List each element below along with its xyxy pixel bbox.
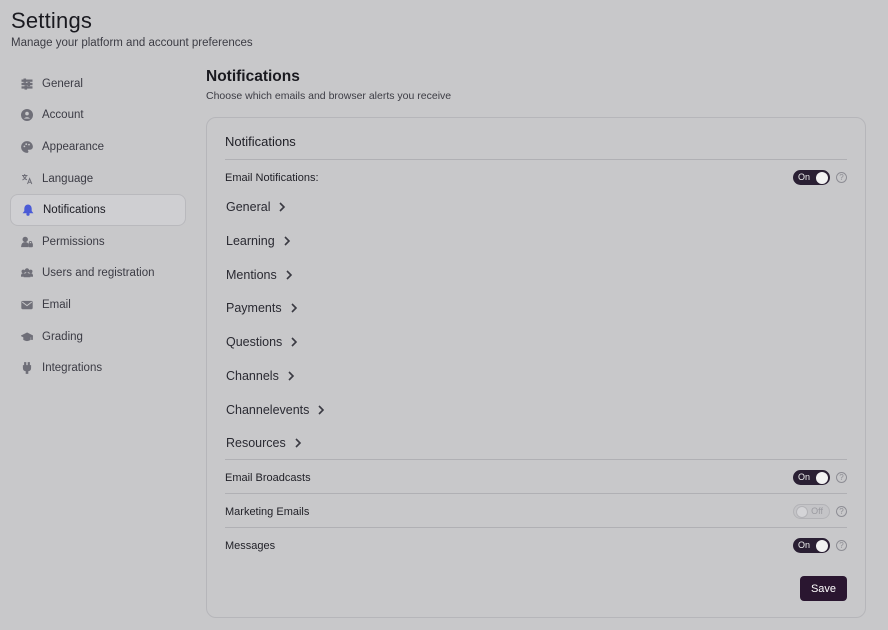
notifications-card: Notifications Email Notifications: On ? …	[206, 117, 866, 618]
category-general[interactable]: General	[226, 200, 286, 214]
translate-icon	[20, 172, 34, 186]
sidebar-item-label: General	[42, 77, 83, 90]
sidebar-item-label: Email	[42, 298, 71, 311]
sidebar-item-general[interactable]: General	[10, 68, 186, 100]
sidebar-item-integrations[interactable]: Integrations	[10, 352, 186, 384]
email-broadcasts-label: Email Broadcasts	[225, 471, 311, 484]
divider	[225, 527, 847, 528]
sidebar-item-users-and-registration[interactable]: Users and registration	[10, 258, 186, 290]
category-mentions[interactable]: Mentions	[226, 268, 293, 282]
messages-label: Messages	[225, 539, 276, 552]
user-circle-icon	[20, 108, 34, 122]
email-notifications-row: Email Notifications: On ?	[225, 169, 847, 186]
sidebar-item-notifications[interactable]: Notifications	[10, 194, 186, 226]
sliders-icon	[20, 77, 34, 91]
marketing-emails-label: Marketing Emails	[225, 505, 310, 518]
sidebar-item-label: Grading	[42, 330, 83, 343]
email-notifications-label: Email Notifications:	[225, 171, 319, 184]
envelope-icon	[20, 298, 34, 312]
messages-row: Messages On ?	[225, 537, 847, 554]
divider	[225, 459, 847, 460]
chevron-right-icon	[290, 303, 298, 313]
category-channels[interactable]: Channels	[226, 369, 295, 383]
users-icon	[20, 266, 34, 280]
sidebar-item-label: Appearance	[42, 140, 105, 153]
chevron-right-icon	[285, 270, 293, 280]
email-broadcasts-toggle[interactable]: On	[793, 470, 830, 485]
email-broadcasts-row: Email Broadcasts On ?	[225, 469, 847, 486]
chevron-right-icon	[287, 371, 295, 381]
marketing-emails-row: Marketing Emails Off ?	[225, 503, 847, 520]
sidebar-item-label: Permissions	[42, 235, 105, 248]
chevron-right-icon	[278, 202, 286, 212]
page-subtitle: Manage your platform and account prefere…	[11, 37, 253, 49]
marketing-emails-toggle[interactable]: Off	[793, 504, 830, 519]
sidebar-item-account[interactable]: Account	[10, 100, 186, 132]
chevron-right-icon	[317, 405, 325, 415]
help-icon[interactable]: ?	[836, 540, 847, 551]
category-payments[interactable]: Payments	[226, 301, 298, 315]
sidebar-item-label: Integrations	[42, 362, 103, 375]
sidebar-item-label: Account	[42, 109, 84, 122]
user-lock-icon	[20, 235, 34, 249]
category-resources[interactable]: Resources	[226, 436, 302, 450]
palette-icon	[20, 140, 34, 154]
sidebar-item-label: Users and registration	[42, 267, 155, 280]
sidebar-item-language[interactable]: Language	[10, 163, 186, 195]
chevron-right-icon	[290, 337, 298, 347]
help-icon[interactable]: ?	[836, 472, 847, 483]
section-subtitle: Choose which emails and browser alerts y…	[206, 90, 452, 102]
save-button[interactable]: Save	[800, 576, 847, 601]
graduation-cap-icon	[20, 330, 34, 344]
sidebar-item-appearance[interactable]: Appearance	[10, 131, 186, 163]
sidebar-item-label: Language	[42, 172, 94, 185]
help-icon[interactable]: ?	[836, 506, 847, 517]
chevron-right-icon	[283, 236, 291, 246]
settings-sidebar: General Account Appearance Language Noti…	[10, 68, 186, 384]
chevron-right-icon	[294, 438, 302, 448]
sidebar-item-label: Notifications	[43, 204, 106, 217]
bell-icon	[21, 203, 35, 217]
email-notifications-toggle[interactable]: On	[793, 170, 830, 185]
plug-icon	[20, 361, 34, 375]
sidebar-item-permissions[interactable]: Permissions	[10, 226, 186, 258]
divider	[225, 493, 847, 494]
category-questions[interactable]: Questions	[226, 335, 298, 349]
section-title: Notifications	[206, 68, 300, 85]
help-icon[interactable]: ?	[836, 172, 847, 183]
category-channelevents[interactable]: Channelevents	[226, 403, 325, 417]
sidebar-item-email[interactable]: Email	[10, 289, 186, 321]
page-title: Settings	[11, 8, 93, 33]
messages-toggle[interactable]: On	[793, 538, 830, 553]
category-learning[interactable]: Learning	[226, 234, 291, 248]
card-title: Notifications	[225, 134, 296, 149]
divider	[225, 159, 847, 160]
sidebar-item-grading[interactable]: Grading	[10, 321, 186, 353]
